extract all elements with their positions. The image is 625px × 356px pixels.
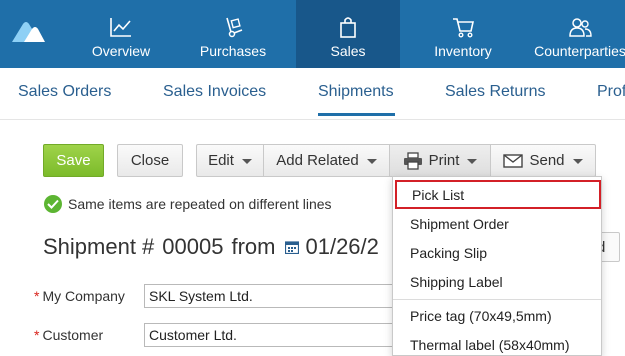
- envelope-icon: [503, 153, 524, 168]
- tab-sales-returns[interactable]: Sales Returns: [445, 83, 546, 101]
- nav-inventory-label: Inventory: [434, 43, 492, 59]
- save-button[interactable]: Save: [43, 144, 104, 177]
- add-related-button[interactable]: Add Related: [264, 144, 390, 177]
- my-company-label: * My Company: [34, 288, 125, 304]
- customer-field[interactable]: Customer Ltd.: [144, 323, 404, 347]
- top-nav-bar: Overview Purchases Sales Inventory Count…: [0, 0, 625, 68]
- tab-sales-orders[interactable]: Sales Orders: [18, 83, 111, 101]
- menu-item-packing-slip[interactable]: Packing Slip: [393, 238, 601, 267]
- nav-purchases-label: Purchases: [199, 43, 267, 59]
- nav-inventory[interactable]: Inventory: [418, 0, 508, 68]
- chevron-down-icon: [467, 159, 478, 164]
- hand-truck-icon: [226, 17, 243, 38]
- customer-label-text: Customer: [42, 327, 104, 343]
- notice-text: Same items are repeated on different lin…: [68, 196, 332, 212]
- document-number[interactable]: 00005: [162, 234, 223, 260]
- close-button-label: Close: [130, 152, 170, 169]
- tab-shipments[interactable]: Shipments: [318, 83, 394, 101]
- menu-item-shipment-order[interactable]: Shipment Order: [393, 209, 601, 238]
- close-button[interactable]: Close: [117, 144, 183, 177]
- validation-notice: Same items are repeated on different lin…: [44, 195, 332, 213]
- tab-proforma[interactable]: Prof: [597, 83, 625, 101]
- active-tab-indicator: [318, 113, 395, 116]
- nav-sales[interactable]: Sales: [296, 0, 400, 68]
- nav-counterparties-label: Counterparties: [534, 43, 625, 59]
- page-title: Shipment # 00005 from 01/26/2: [43, 234, 379, 260]
- edit-button-label: Edit: [208, 152, 234, 169]
- print-button[interactable]: Print: [390, 144, 491, 177]
- send-button-label: Send: [529, 152, 565, 169]
- menu-item-pick-list[interactable]: Pick List: [395, 180, 601, 209]
- print-button-label: Print: [428, 152, 460, 169]
- tab-sales-invoices[interactable]: Sales Invoices: [163, 83, 266, 101]
- print-dropdown-menu: Pick List Shipment Order Packing Slip Sh…: [392, 176, 602, 356]
- required-marker: *: [34, 327, 40, 343]
- title-from: from: [231, 234, 276, 259]
- title-prefix: Shipment #: [43, 234, 155, 259]
- chevron-down-icon: [241, 159, 252, 164]
- printer-icon: [403, 151, 422, 170]
- nav-counterparties[interactable]: Counterparties: [530, 0, 625, 68]
- chart-line-icon: [110, 18, 131, 37]
- check-circle-icon: [44, 195, 62, 213]
- document-date[interactable]: 01/26/2: [305, 234, 378, 260]
- customer-label: * Customer: [34, 327, 103, 343]
- send-button[interactable]: Send: [491, 144, 596, 177]
- add-related-button-label: Add Related: [276, 152, 359, 169]
- my-company-field[interactable]: SKL System Ltd.: [144, 284, 404, 308]
- customer-value: Customer Ltd.: [149, 327, 237, 343]
- edit-button[interactable]: Edit: [196, 144, 264, 177]
- menu-divider: [393, 299, 601, 300]
- nav-sales-label: Sales: [330, 43, 366, 59]
- sub-tab-bar: Sales Orders Sales Invoices Shipments Sa…: [0, 68, 625, 120]
- shopping-cart-icon: [453, 18, 474, 38]
- menu-item-thermal-label[interactable]: Thermal label (58x40mm): [393, 330, 601, 356]
- chevron-down-icon: [366, 159, 377, 164]
- calendar-icon[interactable]: [285, 240, 300, 254]
- nav-overview-label: Overview: [91, 43, 151, 59]
- chevron-down-icon: [572, 159, 583, 164]
- save-button-label: Save: [56, 152, 91, 169]
- menu-item-shipping-label[interactable]: Shipping Label: [393, 267, 601, 296]
- my-company-value: SKL System Ltd.: [149, 288, 253, 304]
- people-icon: [569, 18, 592, 37]
- my-company-label-text: My Company: [42, 288, 125, 304]
- app-logo[interactable]: [10, 18, 46, 44]
- required-marker: *: [34, 288, 40, 304]
- menu-item-price-tag[interactable]: Price tag (70x49,5mm): [393, 301, 601, 330]
- shopping-bag-icon: [340, 17, 356, 38]
- nav-overview[interactable]: Overview: [76, 0, 166, 68]
- nav-purchases[interactable]: Purchases: [188, 0, 278, 68]
